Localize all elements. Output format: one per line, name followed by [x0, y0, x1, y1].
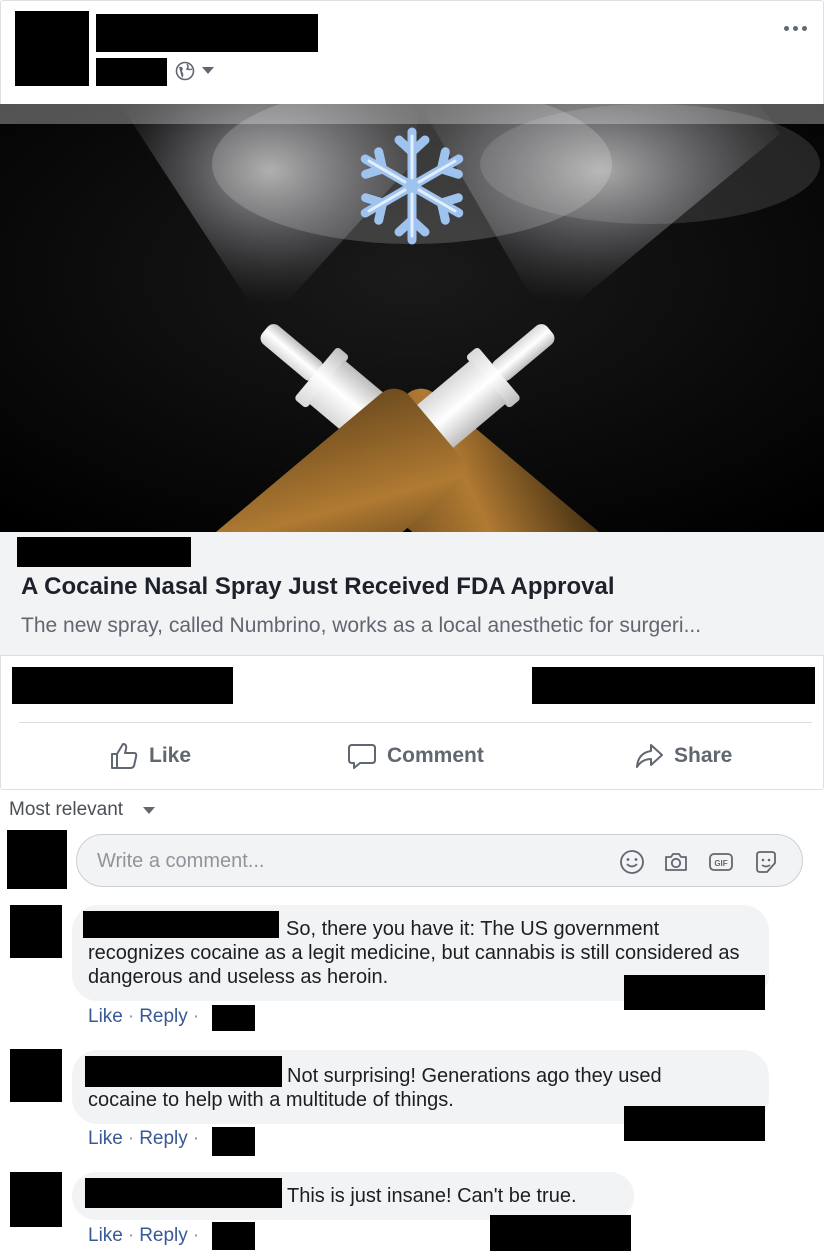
comment-input-box[interactable]: GIF — [76, 834, 803, 887]
author-avatar[interactable] — [15, 11, 89, 86]
share-arrow-icon — [636, 744, 663, 768]
comment-sort-label: Most relevant — [9, 799, 124, 820]
comment-reactions[interactable] — [490, 1215, 631, 1251]
speech-bubble-icon — [348, 744, 376, 769]
comment-actions: Like · Reply · — [88, 1006, 204, 1028]
comment-text-line1: So, there you have it: The US government — [286, 918, 660, 940]
commenter-name[interactable] — [85, 1178, 282, 1208]
comment-like-link[interactable]: Like — [88, 1006, 123, 1028]
link-title[interactable]: A Cocaine Nasal Spray Just Received FDA … — [21, 573, 615, 601]
audience-dropdown-caret-icon[interactable] — [202, 67, 214, 74]
chevron-down-icon — [143, 806, 156, 814]
emoji-icon[interactable] — [619, 849, 645, 875]
more-options-icon[interactable] — [784, 22, 810, 34]
like-button[interactable]: Like — [109, 736, 191, 776]
comment-button-label: Comment — [387, 744, 484, 767]
reactions-count[interactable] — [12, 667, 233, 704]
comment-like-link[interactable]: Like — [88, 1225, 123, 1247]
commenter-name[interactable] — [83, 911, 279, 938]
comment-reactions[interactable] — [624, 1106, 765, 1141]
comment-timestamp[interactable] — [212, 1005, 255, 1031]
sticker-icon[interactable] — [753, 849, 779, 875]
comment-reply-link[interactable]: Reply — [139, 1128, 188, 1150]
comment-text-line1: This is just insane! Can't be true. — [287, 1185, 577, 1207]
separator-dot: · — [127, 1128, 135, 1149]
globe-icon[interactable] — [175, 61, 195, 81]
comments-shares-count[interactable] — [532, 667, 815, 704]
comment-actions: Like · Reply · — [88, 1225, 204, 1247]
comment-actions: Like · Reply · — [88, 1128, 204, 1150]
link-preview-image[interactable] — [0, 104, 824, 532]
comment-timestamp[interactable] — [212, 1222, 255, 1250]
gif-icon[interactable]: GIF — [708, 849, 734, 875]
comment-like-link[interactable]: Like — [88, 1128, 123, 1150]
commenter-name[interactable] — [85, 1056, 282, 1087]
share-button[interactable]: Share — [634, 736, 732, 776]
comment-sort-dropdown[interactable]: Most relevant — [9, 799, 156, 821]
comment-reactions[interactable] — [624, 975, 765, 1010]
divider — [19, 722, 812, 723]
share-button-label: Share — [674, 744, 733, 767]
link-description: The new spray, called Numbrino, works as… — [21, 614, 702, 637]
separator-dot: · — [127, 1225, 135, 1246]
comment-input[interactable] — [97, 847, 577, 875]
current-user-avatar[interactable] — [7, 830, 67, 889]
separator-dot: · — [192, 1006, 200, 1027]
comment-button[interactable]: Comment — [347, 736, 484, 776]
comment-timestamp[interactable] — [212, 1127, 255, 1156]
comment-reply-link[interactable]: Reply — [139, 1225, 188, 1247]
comment-avatar[interactable] — [10, 905, 62, 958]
comment-avatar[interactable] — [10, 1172, 62, 1227]
camera-icon[interactable] — [663, 849, 689, 875]
post-timestamp[interactable] — [96, 58, 167, 86]
separator-dot: · — [192, 1225, 200, 1246]
separator-dot: · — [127, 1006, 135, 1027]
link-source-domain — [17, 537, 191, 567]
comment-avatar[interactable] — [10, 1049, 62, 1102]
separator-dot: · — [192, 1128, 200, 1149]
comment-text-line1: Not surprising! Generations ago they use… — [287, 1065, 662, 1087]
svg-text:GIF: GIF — [714, 859, 727, 868]
author-name[interactable] — [96, 14, 318, 52]
like-button-label: Like — [149, 744, 192, 767]
thumbs-up-icon — [111, 743, 138, 769]
comment-reply-link[interactable]: Reply — [139, 1006, 188, 1028]
